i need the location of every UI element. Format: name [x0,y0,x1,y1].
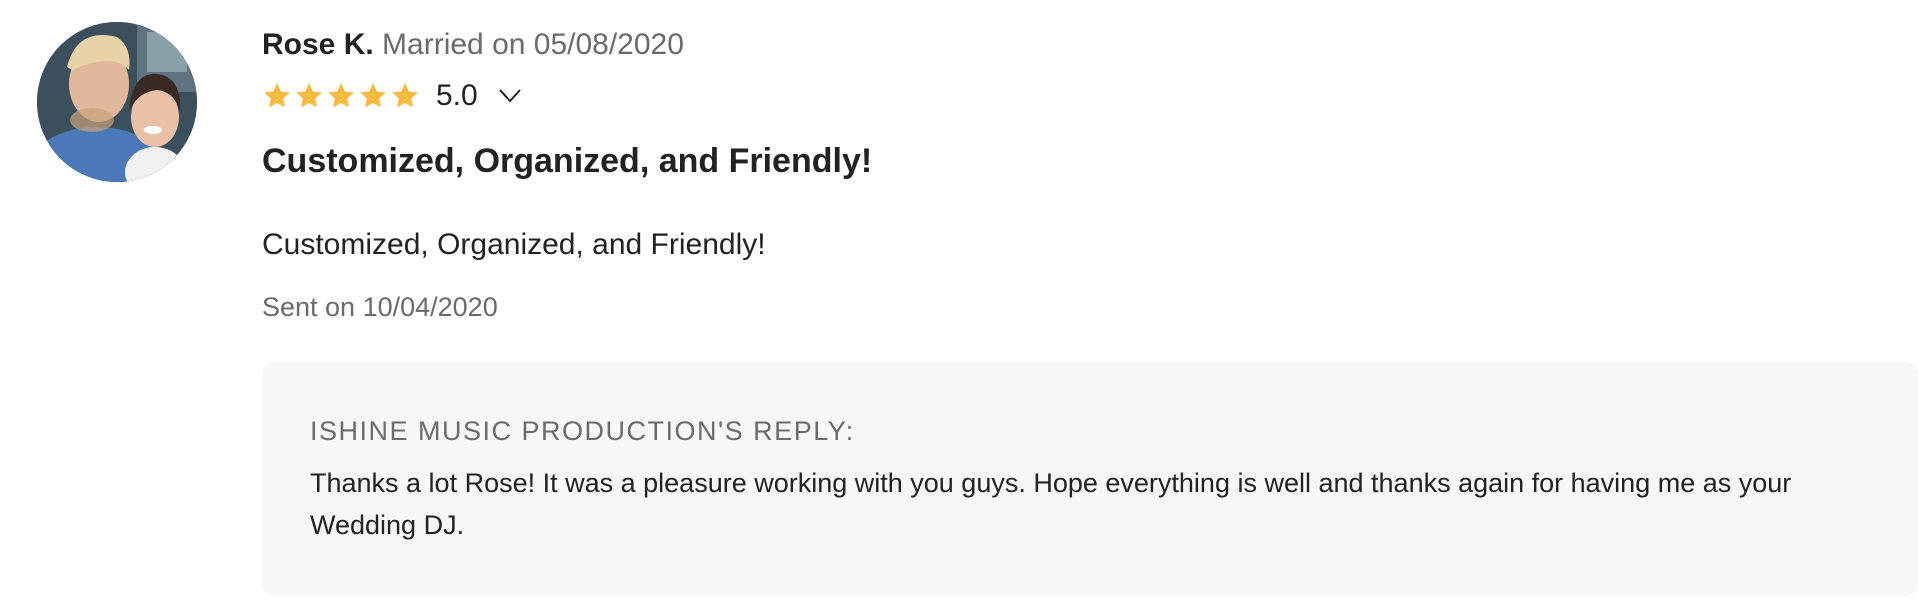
star-rating [262,81,420,111]
star-icon [262,81,292,111]
reply-text: Thanks a lot Rose! It was a pleasure wor… [310,468,1792,540]
reviewer-header: Rose K. Married on 05/08/2020 [262,27,684,63]
married-date: Married on 05/08/2020 [382,28,684,61]
star-icon [326,81,356,111]
rating-value: 5.0 [436,79,478,112]
star-icon [294,81,324,111]
avatar-photo [37,22,197,182]
reviewer-name: Rose K. [262,28,374,61]
rating-details-toggle[interactable] [496,82,524,110]
chevron-down-icon [498,89,521,103]
rating-row: 5.0 [262,78,524,114]
reviewer-avatar [37,22,197,182]
sent-date: Sent on 10/04/2020 [262,292,498,322]
vendor-reply: ISHINE MUSIC PRODUCTION'S REPLY: Thanks … [262,362,1918,596]
review-body: Customized, Organized, and Friendly! [262,228,766,261]
reply-heading: ISHINE MUSIC PRODUCTION'S REPLY: [310,416,855,446]
review-title: Customized, Organized, and Friendly! [262,142,873,180]
star-icon [390,81,420,111]
star-icon [358,81,388,111]
